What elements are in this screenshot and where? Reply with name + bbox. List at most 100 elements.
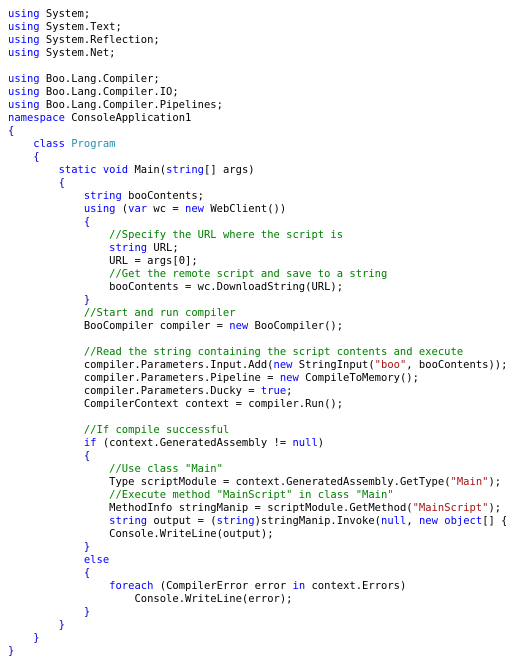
code-line: booContents = wc.DownloadString(URL); — [0, 281, 506, 294]
code-token-keyword: null — [292, 437, 318, 449]
code-token-plain: (CompilerError error — [153, 580, 293, 592]
code-token-comment: //Get the remote script and save to a st… — [109, 268, 388, 280]
code-token-plain: , — [406, 515, 419, 527]
code-token-plain: )stringManip.Invoke( — [254, 515, 382, 527]
code-token-keyword: object — [444, 515, 483, 527]
code-line: } — [0, 619, 506, 632]
code-line: { — [0, 151, 506, 164]
code-token-keyword: new — [185, 203, 204, 215]
code-token-keyword: string — [109, 242, 148, 254]
code-token-keyword: void — [102, 164, 129, 176]
code-token-keyword: class — [33, 138, 65, 150]
code-token-keyword: static — [58, 164, 97, 176]
code-line: string URL; — [0, 242, 506, 255]
code-line: using System.Reflection; — [0, 34, 506, 47]
code-line: using System.Text; — [0, 21, 506, 34]
code-token-keyword: using — [8, 73, 40, 85]
code-token-plain: System.Text; — [39, 21, 122, 33]
code-line: Console.WriteLine(error); — [0, 593, 506, 606]
code-token-plain: ConsoleApplication1 — [64, 112, 192, 124]
code-token-plain: output = ( — [147, 515, 217, 527]
code-token-plain: ; — [286, 385, 293, 397]
code-token-keyword: new — [418, 515, 438, 527]
code-line: } — [0, 632, 506, 645]
code-line: CompilerContext context = compiler.Run()… — [0, 398, 506, 411]
code-token-plain: compiler.Parameters.Input.Add( — [83, 359, 274, 371]
code-line: } — [0, 606, 506, 619]
code-line: //Execute method "MainScript" in class "… — [0, 489, 506, 502]
code-line: //Specify the URL where the script is — [0, 229, 506, 242]
code-token-comment: //Read the string containing the script … — [83, 346, 464, 358]
code-token-brace: } — [33, 632, 40, 644]
code-token-plain: WebClient()) — [204, 203, 287, 215]
code-token-keyword: using — [8, 34, 40, 46]
code-token-string: "boo" — [374, 359, 407, 371]
code-token-keyword: string — [83, 190, 122, 202]
code-line: //If compile successful — [0, 424, 506, 437]
code-token-plain: Boo.Lang.Compiler.IO; — [39, 86, 179, 98]
code-token-keyword: using — [8, 99, 40, 111]
code-listing: using System; using System.Text; using Sys… — [0, 8, 506, 658]
code-token-plain: booContents; — [121, 190, 204, 202]
code-token-brace: { — [83, 567, 91, 579]
code-token-keyword: true — [260, 385, 287, 397]
code-token-plain: ) — [317, 437, 325, 449]
code-line: string booContents; — [0, 190, 506, 203]
code-token-plain: compiler.Parameters.Ducky = — [83, 385, 261, 397]
code-token-plain: Console.WriteLine(error); — [134, 593, 293, 605]
code-token-brace: } — [8, 645, 15, 657]
code-token-comment: //Execute method "MainScript" in class "… — [109, 489, 394, 501]
code-line: using System; — [0, 8, 506, 21]
code-line: //Get the remote script and save to a st… — [0, 268, 506, 281]
code-line: { — [0, 216, 506, 229]
code-token-plain: Console.WriteLine(output); — [109, 528, 274, 540]
code-token-brace: { — [8, 125, 15, 137]
code-line: URL = args[0]; — [0, 255, 506, 268]
code-line: if (context.GeneratedAssembly != null) — [0, 437, 506, 450]
code-token-keyword: string — [109, 515, 148, 527]
code-token-string: "Main" — [450, 476, 489, 488]
code-line: BooCompiler compiler = new BooCompiler()… — [0, 320, 506, 333]
code-token-plain: [] { }); — [482, 515, 506, 527]
code-token-plain: Main( — [128, 164, 167, 176]
code-token-plain: StringInput( — [292, 359, 375, 371]
code-line: } — [0, 541, 506, 554]
code-line: foreach (CompilerError error in context.… — [0, 580, 506, 593]
code-token-keyword: new — [279, 372, 299, 384]
code-token-plain: [] args) — [204, 164, 255, 176]
code-line: } — [0, 645, 506, 658]
code-line: using Boo.Lang.Compiler.Pipelines; — [0, 99, 506, 112]
code-token-plain: booContents = wc.DownloadString(URL); — [109, 281, 344, 293]
code-token-brace: { — [83, 450, 91, 462]
code-token-plain: URL = args[0]; — [109, 255, 198, 267]
code-token-plain: ); — [488, 502, 502, 514]
code-token-plain: ); — [488, 476, 502, 488]
code-line: { — [0, 125, 506, 138]
code-editor-surface: using System; using System.Text; using Sys… — [0, 8, 506, 657]
code-line: Console.WriteLine(output); — [0, 528, 506, 541]
code-token-plain: BooCompiler(); — [248, 320, 344, 332]
code-token-keyword: null — [381, 515, 407, 527]
code-token-brace: } — [83, 294, 91, 306]
code-line: //Use class "Main" — [0, 463, 506, 476]
code-line: MethodInfo stringManip = scriptModule.Ge… — [0, 502, 506, 515]
code-token-keyword: string — [216, 515, 255, 527]
